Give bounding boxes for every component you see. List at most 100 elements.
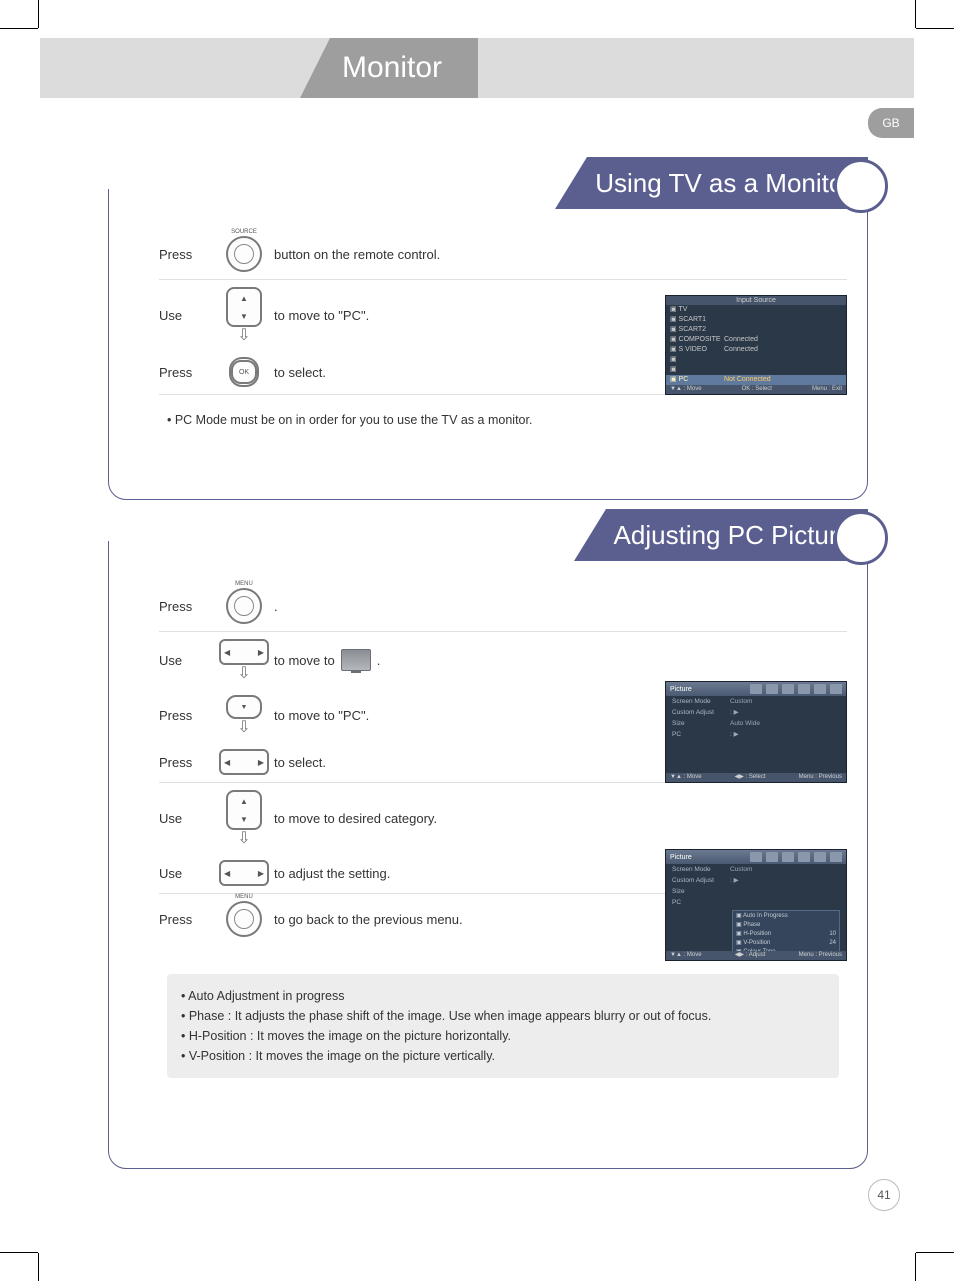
- section-using-tv-as-monitor: Using TV as a Monitor Press SOURCE butto…: [108, 188, 868, 500]
- step-verb: Press: [159, 365, 214, 380]
- osd-row: ▣ COMPOSITEConnected: [666, 335, 846, 345]
- page-header-tab: Monitor: [300, 38, 478, 98]
- down-arrow-icon: ⇩: [237, 723, 250, 735]
- step-desc: button on the remote control.: [274, 247, 847, 262]
- osd-row: PC: [666, 897, 846, 908]
- section-title: Adjusting PC Picture: [606, 509, 868, 561]
- crop-mark: [38, 1253, 39, 1281]
- crop-mark: [915, 1253, 916, 1281]
- step-verb: Use: [159, 653, 214, 668]
- osd-body: Screen ModeCustomCustom Adjust: ▶SizePC: [666, 864, 846, 908]
- down-arrow-icon: ⇩: [237, 669, 250, 681]
- left-right-button-icon: ◀▶: [219, 639, 269, 665]
- crop-mark: [0, 1252, 38, 1253]
- osd-picture-pc-submenu: Picture Screen ModeCustomCustom Adjust: …: [665, 849, 847, 961]
- osd-row: ▣ SCART2: [666, 325, 846, 335]
- osd-row: ▣ S VIDEOConnected: [666, 345, 846, 355]
- osd-tab-icon: [782, 852, 794, 862]
- up-down-button-icon: ▲▼: [226, 287, 262, 327]
- ok-button-icon: OK: [229, 357, 259, 387]
- osd-subrow: ▣ Phase: [736, 921, 836, 930]
- button-label: MENU: [235, 894, 253, 900]
- note-line: • Phase : It adjusts the phase shift of …: [181, 1006, 825, 1026]
- osd-tab-icon: [766, 684, 778, 694]
- step-verb: Press: [159, 755, 214, 770]
- note-line: • Auto Adjustment in progress: [181, 986, 825, 1006]
- section-header-circle-icon: [834, 159, 888, 213]
- source-button-icon: SOURCE: [226, 236, 262, 272]
- step-verb: Press: [159, 708, 214, 723]
- step-row: Use ▲▼ ⇩ to move to desired category.: [159, 783, 847, 853]
- left-right-button-icon: ◀▶: [219, 860, 269, 886]
- step-row: Press SOURCE button on the remote contro…: [159, 229, 847, 280]
- osd-footer: ▼▲ : Move OK : Select Menu : Exit: [666, 385, 846, 394]
- down-arrow-icon: ⇩: [237, 834, 250, 846]
- picture-menu-icon: [341, 649, 371, 671]
- osd-icon-strip: Picture: [666, 682, 846, 696]
- step-verb: Use: [159, 866, 214, 881]
- osd-tab-icon: [798, 684, 810, 694]
- section-header: Using TV as a Monitor: [108, 157, 868, 209]
- osd-tab-icon: [830, 852, 842, 862]
- osd-row: ▣ PCNot Connected: [666, 375, 846, 385]
- crop-mark: [916, 1252, 954, 1253]
- osd-row: ▣: [666, 355, 846, 365]
- menu-button-icon: MENU: [226, 901, 262, 937]
- osd-tab-icon: [798, 852, 810, 862]
- osd-footer-right: Menu : Previous: [799, 773, 842, 782]
- left-right-button-icon: ◀▶: [219, 749, 269, 775]
- section-header: Adjusting PC Picture: [108, 509, 868, 561]
- osd-title: Input Source: [666, 296, 846, 305]
- osd-body: ▣ TV▣ SCART1▣ SCART2▣ COMPOSITEConnected…: [666, 305, 846, 385]
- osd-tab-label: Picture: [670, 854, 692, 861]
- step-row: Use ◀▶ ⇩ to move to .: [159, 632, 847, 688]
- osd-body: Screen ModeCustomCustom Adjust: ▶SizeAut…: [666, 696, 846, 740]
- button-label: MENU: [235, 581, 253, 587]
- osd-row: Custom Adjust: ▶: [666, 875, 846, 886]
- note-line: • V-Position : It moves the image on the…: [181, 1046, 825, 1066]
- language-badge: GB: [868, 108, 914, 138]
- page-title: Monitor: [330, 38, 478, 98]
- crop-mark: [38, 0, 39, 28]
- osd-tab-icon: [814, 684, 826, 694]
- section-adjusting-pc-picture: Adjusting PC Picture Press MENU . Use ◀▶…: [108, 540, 868, 1169]
- osd-picture-menu: Picture Screen ModeCustomCustom Adjust: …: [665, 681, 847, 783]
- down-arrow-icon: ⇩: [237, 331, 250, 343]
- desc-post: .: [377, 653, 381, 668]
- osd-row: Size: [666, 886, 846, 897]
- step-verb: Use: [159, 811, 214, 826]
- step-row: Press MENU .: [159, 581, 847, 632]
- osd-row: ▣: [666, 365, 846, 375]
- osd-row: PC: ▶: [666, 729, 846, 740]
- osd-footer-left: ▼▲ : Move: [670, 385, 702, 394]
- osd-row: ▣ SCART1: [666, 315, 846, 325]
- menu-button-icon: MENU: [226, 588, 262, 624]
- oval-button-icon: ▼: [226, 695, 262, 719]
- step-desc: to move to .: [274, 649, 847, 671]
- osd-subrow: ▣ V-Position24: [736, 939, 836, 948]
- osd-footer-mid: OK : Select: [742, 385, 772, 394]
- osd-tab-label: Picture: [670, 686, 692, 693]
- osd-footer: ▼▲ : Move ◀▶ : Adjust Menu : Previous: [666, 951, 846, 960]
- osd-footer-mid: ◀▶ : Select: [735, 773, 766, 782]
- osd-footer-left: ▼▲ : Move: [670, 773, 702, 782]
- section-header-circle-icon: [834, 511, 888, 565]
- step-verb: Press: [159, 247, 214, 262]
- crop-mark: [0, 28, 38, 29]
- up-down-button-icon: ▲▼: [226, 790, 262, 830]
- osd-row: Screen ModeCustom: [666, 864, 846, 875]
- crop-mark: [915, 0, 916, 28]
- osd-row: SizeAuto Wide: [666, 718, 846, 729]
- notes-box: • Auto Adjustment in progress • Phase : …: [167, 974, 839, 1078]
- osd-row: ▣ TV: [666, 305, 846, 315]
- osd-footer-right: Menu : Previous: [799, 951, 842, 960]
- ok-button-label: OK: [231, 360, 257, 384]
- osd-input-source: Input Source ▣ TV▣ SCART1▣ SCART2▣ COMPO…: [665, 295, 847, 395]
- step-verb: Use: [159, 308, 214, 323]
- step-desc: to move to desired category.: [274, 811, 847, 826]
- page-number: 41: [868, 1179, 900, 1211]
- step-verb: Press: [159, 599, 214, 614]
- osd-footer-left: ▼▲ : Move: [670, 951, 702, 960]
- osd-icon-strip: Picture: [666, 850, 846, 864]
- section-title: Using TV as a Monitor: [587, 157, 868, 209]
